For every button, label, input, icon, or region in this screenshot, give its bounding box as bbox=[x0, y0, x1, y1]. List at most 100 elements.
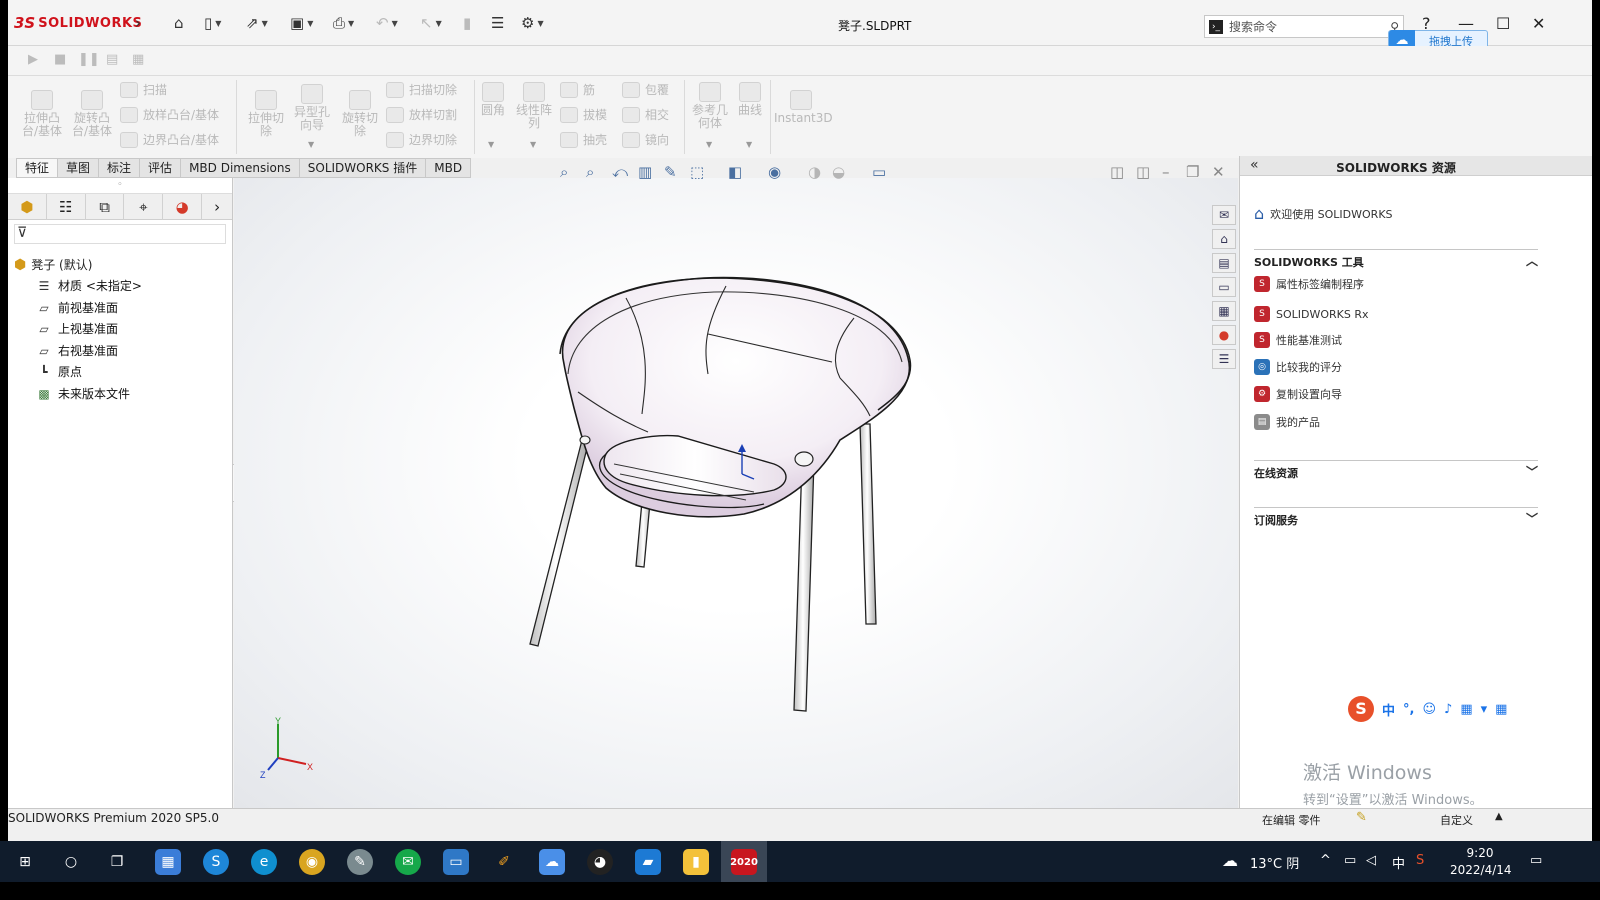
resources-home-icon[interactable]: ⌂ bbox=[1212, 229, 1236, 249]
appearances-icon[interactable]: ● bbox=[1212, 325, 1236, 345]
custom-properties-icon[interactable]: ☰ bbox=[1212, 349, 1236, 369]
extrude-boss-button[interactable]: 拉伸凸 台/基体 bbox=[20, 90, 64, 138]
view-orientation-icon[interactable]: ⬚ bbox=[690, 163, 704, 181]
hide-show-items-icon[interactable]: ◉ bbox=[768, 163, 781, 181]
fillet-button[interactable]: 圆角 bbox=[478, 82, 508, 117]
ime-mode[interactable]: 中 bbox=[1382, 700, 1395, 719]
collapse-panel-icon[interactable]: « bbox=[1250, 157, 1259, 173]
ime-toolbar[interactable]: S 中 °, ☺ ♪ ▦ ▾ ▦ bbox=[1348, 696, 1507, 722]
graphics-area[interactable]: Y X Z bbox=[234, 178, 1238, 808]
pen-app-icon[interactable]: ✐ bbox=[491, 849, 517, 875]
boundary-boss-button[interactable]: 边界凸台/基体 bbox=[120, 131, 219, 148]
section-view-icon[interactable]: ▥ bbox=[638, 163, 652, 181]
dynamic-annotation-icon[interactable]: ✎ bbox=[664, 163, 677, 181]
new-macro-icon[interactable]: ▤ bbox=[106, 52, 118, 67]
draft-button[interactable]: 拔模 bbox=[560, 106, 607, 123]
display-manager-tab-icon[interactable]: ◕ bbox=[163, 194, 203, 220]
swept-cut-button[interactable]: 扫描切除 bbox=[386, 81, 457, 98]
mirror-button[interactable]: 镜向 bbox=[622, 131, 669, 148]
shell-button[interactable]: 抽壳 bbox=[560, 131, 607, 148]
curves-dropdown[interactable]: ▼ bbox=[746, 140, 752, 149]
sogou-tray-icon[interactable]: S bbox=[1416, 853, 1424, 868]
tray-expand-icon[interactable]: ^ bbox=[1320, 853, 1331, 868]
tool-copy-settings-wizard[interactable]: ⚙ 复制设置向导 bbox=[1254, 386, 1342, 402]
tree-filter-input[interactable]: ⊽ bbox=[14, 224, 226, 244]
rebuild-status-icon[interactable]: ✎ bbox=[1356, 810, 1367, 825]
undo-button[interactable]: ↶ ▼ bbox=[376, 13, 398, 33]
boundary-cut-button[interactable]: 边界切除 bbox=[386, 131, 457, 148]
design-library-icon[interactable]: ▤ bbox=[1212, 253, 1236, 273]
wechat-app-icon[interactable]: ✉ bbox=[395, 849, 421, 875]
view-triad[interactable]: Y X Z bbox=[258, 716, 318, 780]
viewport-tile-right-icon[interactable]: ◫ bbox=[1136, 163, 1150, 181]
tool-solidworks-rx[interactable]: S SOLIDWORKS Rx bbox=[1254, 306, 1369, 322]
linear-pattern-button[interactable]: 线性阵 列 bbox=[512, 82, 556, 130]
tree-item-top-plane[interactable]: ▱ 上视基准面 bbox=[36, 320, 118, 337]
paint-app-icon[interactable]: ✎ bbox=[347, 849, 373, 875]
chevron-down-icon[interactable]: ﹀ bbox=[1526, 463, 1538, 480]
options-gear-icon[interactable]: ⚙ ▼ bbox=[521, 13, 544, 33]
loft-boss-button[interactable]: 放样凸台/基体 bbox=[120, 106, 219, 123]
chair-model[interactable] bbox=[234, 178, 1238, 808]
stop-macro-icon[interactable]: ■ bbox=[54, 52, 66, 67]
reference-geometry-button[interactable]: 参考几 何体 bbox=[688, 82, 732, 130]
emoji-icon[interactable]: ☺ bbox=[1422, 702, 1436, 717]
view-settings-icon[interactable]: ▭ bbox=[872, 163, 886, 181]
close-button[interactable]: ✕ bbox=[1532, 14, 1545, 33]
edit-macro-icon[interactable]: ▦ bbox=[132, 52, 144, 67]
property-manager-tab-icon[interactable]: ☷ bbox=[47, 194, 86, 220]
rib-button[interactable]: 筋 bbox=[560, 81, 595, 98]
tab-sketch[interactable]: 草图 bbox=[58, 158, 100, 178]
online-resources-header[interactable]: 在线资源 ﹀ bbox=[1254, 460, 1538, 480]
dimxpert-tab-icon[interactable]: ⌖ bbox=[124, 194, 164, 220]
tray-ime-indicator[interactable]: 中 bbox=[1392, 853, 1405, 872]
network-icon[interactable]: ▭ bbox=[1344, 853, 1356, 868]
tool-compare-score[interactable]: ◎ 比较我的评分 bbox=[1254, 359, 1342, 375]
tree-item-material[interactable]: ☰ 材质 <未指定> bbox=[36, 277, 142, 294]
extrude-cut-button[interactable]: 拉伸切 除 bbox=[246, 90, 286, 138]
weather-text[interactable]: 13°C 阴 bbox=[1250, 853, 1299, 872]
more-tabs-chevron-icon[interactable]: › bbox=[202, 194, 232, 220]
open-button[interactable]: ⇗ ▼ bbox=[246, 13, 268, 33]
instant3d-button[interactable]: Instant3D bbox=[774, 90, 833, 125]
fillet-dropdown[interactable]: ▼ bbox=[488, 140, 494, 149]
play-macro-icon[interactable]: ▶ bbox=[28, 52, 38, 67]
store-app-icon[interactable]: ▰ bbox=[635, 849, 661, 875]
tool-my-products[interactable]: ▤ 我的产品 bbox=[1254, 414, 1320, 430]
configuration-manager-tab-icon[interactable]: ⧉ bbox=[86, 194, 125, 220]
hole-wizard-button[interactable]: 异型孔 向导 bbox=[290, 84, 334, 132]
taskbar-clock[interactable]: 9:20 2022/4/14 bbox=[1450, 845, 1512, 879]
file-explorer-icon[interactable]: ▭ bbox=[1212, 277, 1236, 297]
tool-property-tab-builder[interactable]: S 属性标签编制程序 bbox=[1254, 276, 1364, 292]
baidu-netdisk-icon[interactable]: ☁ bbox=[539, 849, 565, 875]
task-view-icon[interactable]: ❐ bbox=[104, 849, 130, 875]
rebuild-button[interactable]: ▮ bbox=[463, 13, 471, 33]
zoom-to-fit-icon[interactable]: ⌕ bbox=[560, 163, 568, 181]
search-circle-icon[interactable]: ○ bbox=[58, 849, 84, 875]
weather-cloud-icon[interactable]: ☁ bbox=[1222, 851, 1238, 870]
save-button[interactable]: ▣ ▼ bbox=[290, 13, 313, 33]
viewport-close-icon[interactable]: ✕ bbox=[1212, 163, 1225, 181]
previous-view-icon[interactable]: ⤺ bbox=[612, 163, 628, 181]
qq-app-icon[interactable]: ◕ bbox=[587, 849, 613, 875]
display-style-icon[interactable]: ◧ bbox=[728, 163, 742, 181]
cad-app-icon[interactable]: ▭ bbox=[443, 849, 469, 875]
keyboard-icon[interactable]: ▦ bbox=[1460, 702, 1472, 717]
tab-mbd[interactable]: MBD bbox=[426, 158, 472, 178]
viewport-minimize-icon[interactable]: – bbox=[1162, 163, 1170, 181]
menu-expand-button[interactable]: › bbox=[135, 13, 141, 33]
calculator-app-icon[interactable]: ▦ bbox=[155, 849, 181, 875]
pause-macro-icon[interactable]: ❚❚ bbox=[78, 52, 100, 67]
viewport-tile-left-icon[interactable]: ◫ bbox=[1110, 163, 1124, 181]
file-explorer-app-icon[interactable]: ▮ bbox=[683, 849, 709, 875]
ime-punct[interactable]: °, bbox=[1403, 702, 1414, 717]
wrap-button[interactable]: 包覆 bbox=[622, 81, 669, 98]
tab-evaluate[interactable]: 评估 bbox=[140, 158, 182, 178]
sogou-app-icon[interactable]: S bbox=[203, 849, 229, 875]
sweep-button[interactable]: 扫描 bbox=[120, 81, 167, 98]
chevron-up-icon[interactable]: ︿ bbox=[1526, 252, 1538, 269]
welcome-link[interactable]: ⌂ 欢迎使用 SOLIDWORKS bbox=[1254, 204, 1393, 223]
search-commands-input[interactable]: ›_ 搜索命令 ⚲ bbox=[1204, 15, 1404, 38]
print-button[interactable]: ⎙ ▼ bbox=[333, 13, 354, 33]
tools-section-header[interactable]: SOLIDWORKS 工具 ︿ bbox=[1254, 249, 1538, 269]
